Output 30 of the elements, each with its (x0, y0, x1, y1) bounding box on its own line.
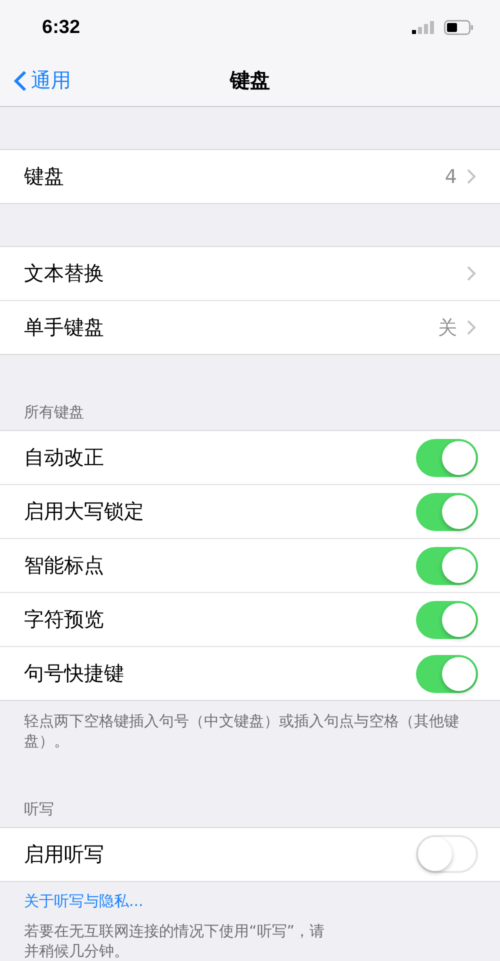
row-label: 自动改正 (24, 444, 105, 471)
footer-text: 并稍候几分钟。 (24, 940, 130, 961)
chevron-icon (467, 266, 476, 281)
toggle-switch[interactable] (416, 438, 478, 476)
row-label[interactable]: 键盘 (24, 163, 445, 190)
section-header: 听写 (24, 800, 54, 818)
row-label: 启用听写 (24, 840, 105, 868)
row-label: 智能标点 (24, 552, 105, 579)
row-label: 字符预览 (24, 606, 105, 633)
row-label: 启用大写锁定 (24, 498, 145, 525)
toggle-switch[interactable] (416, 546, 478, 584)
row-label: 句号快捷键 (24, 660, 125, 687)
row-value: 4 (444, 166, 457, 188)
toggle-switch[interactable] (416, 835, 478, 873)
section-header: 所有键盘 (24, 403, 84, 421)
toggle-switch[interactable] (416, 600, 478, 638)
chevron-icon (467, 320, 476, 335)
footer-text: 轻点两下空格键插入句号（中文键盘）或插入句点与空格（其他键盘）。 (24, 711, 460, 752)
row-value: 关 (438, 316, 457, 340)
toggle-switch[interactable] (416, 654, 478, 692)
battery-icon (444, 20, 474, 35)
row-label[interactable]: 单手键盘 (24, 314, 438, 341)
chevron-icon (467, 169, 476, 184)
toggle-switch[interactable] (416, 492, 478, 530)
row-label[interactable]: 文本替换 (24, 260, 467, 287)
page-title: 键盘 (230, 67, 270, 94)
status-time: 6:32 (42, 16, 80, 38)
footer-text: 若要在无互联网连接的情况下使用“听写”，请 (24, 920, 326, 941)
signal-icon (412, 21, 434, 34)
back-chevron-icon (14, 70, 27, 92)
